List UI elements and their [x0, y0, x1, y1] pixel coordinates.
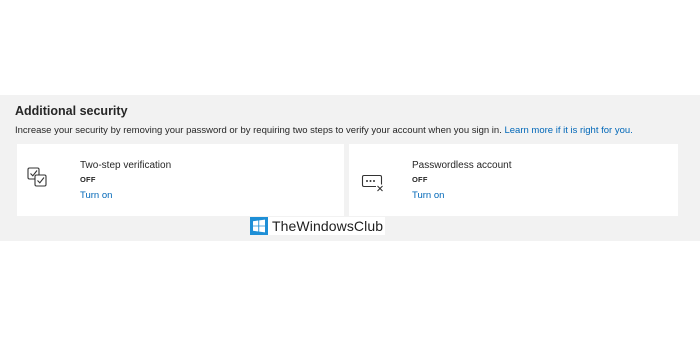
two-step-verification-icon	[27, 167, 47, 187]
passwordless-account-status: OFF	[412, 175, 428, 184]
thewindowsclub-watermark: TheWindowsClub	[250, 217, 386, 235]
two-step-verification-title: Two-step verification	[80, 160, 172, 171]
learn-more-link[interactable]: Learn more if it is right for you.	[504, 125, 632, 136]
two-step-verification-status: OFF	[80, 175, 96, 184]
section-title: Additional security	[15, 104, 128, 118]
watermark-text: TheWindowsClub	[272, 218, 384, 234]
passwordless-account-card: Passwordless account OFF Turn on	[349, 144, 678, 216]
two-step-verification-turn-on-link[interactable]: Turn on	[80, 190, 112, 201]
passwordless-account-title: Passwordless account	[412, 160, 512, 171]
passwordless-icon	[361, 174, 384, 193]
two-step-verification-card: Two-step verification OFF Turn on	[17, 144, 344, 216]
windows-logo-icon	[250, 217, 268, 235]
section-description: Increase your security by removing your …	[15, 125, 633, 136]
section-description-text: Increase your security by removing your …	[15, 125, 502, 136]
passwordless-account-turn-on-link[interactable]: Turn on	[412, 190, 444, 201]
